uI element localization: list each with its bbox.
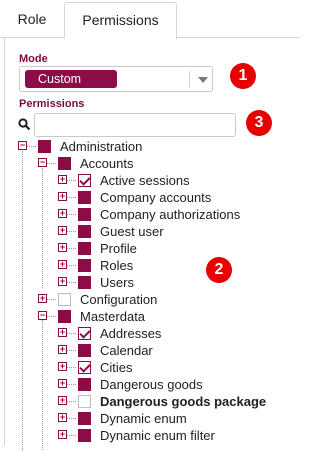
tree-node-label[interactable]: Company accounts — [100, 189, 211, 206]
permission-checkbox[interactable] — [78, 429, 91, 442]
tree-node-label[interactable]: Users — [100, 274, 134, 291]
permission-checkbox[interactable] — [78, 344, 91, 357]
permission-checkbox[interactable] — [78, 174, 91, 187]
tree-node: + Configuration — [0, 291, 300, 308]
permission-checkbox[interactable] — [78, 276, 91, 289]
tree-node-label[interactable]: Addresses — [100, 325, 161, 342]
collapse-icon[interactable]: − — [38, 158, 47, 167]
permission-checkbox[interactable] — [78, 395, 91, 408]
tree-node-label[interactable]: Configuration — [80, 291, 157, 308]
tree-node: + Dynamic enum filter — [0, 427, 300, 444]
expand-icon[interactable]: + — [58, 379, 67, 388]
tree-node: + Users — [0, 274, 300, 291]
tree-node-label[interactable]: Cities — [100, 359, 133, 376]
expand-icon[interactable]: + — [58, 362, 67, 371]
permission-checkbox[interactable] — [38, 140, 51, 153]
tree-node: + Guest user — [0, 223, 300, 240]
tree-node-label[interactable]: Dynamic enum filter — [100, 427, 215, 444]
tree-node-label[interactable]: Masterdata — [80, 308, 145, 325]
expand-icon[interactable]: + — [58, 226, 67, 235]
expand-icon[interactable]: + — [38, 294, 47, 303]
tree-node-label[interactable]: Company authorizations — [100, 206, 240, 223]
tree-node: + Company accounts — [0, 189, 300, 206]
permission-checkbox[interactable] — [78, 242, 91, 255]
tree-node: + Profile — [0, 240, 300, 257]
tree-node-label[interactable]: Profile — [100, 240, 137, 257]
tree-node-label[interactable]: Accounts — [80, 155, 133, 172]
expand-icon[interactable]: + — [58, 175, 67, 184]
tree-node: + Dynamic enum — [0, 410, 300, 427]
tree-node: + Calendar — [0, 342, 300, 359]
tree-node-label[interactable]: Dangerous goods package — [100, 393, 266, 410]
collapse-icon[interactable]: − — [38, 311, 47, 320]
callout-2: 2 — [206, 257, 232, 283]
tree-node: − Accounts — [0, 155, 300, 172]
permission-checkbox[interactable] — [78, 208, 91, 221]
tree-node: − Administration — [0, 138, 300, 155]
tree-node: − Masterdata — [0, 308, 300, 325]
permissions-tree: − Administration − Accounts + Active sessions… — [0, 0, 300, 451]
tree-node-label[interactable]: Dynamic enum — [100, 410, 187, 427]
tree-node: + Company authorizations — [0, 206, 300, 223]
tree-node: + Cities — [0, 359, 300, 376]
tree-node: + Dangerous goods package — [0, 393, 300, 410]
permission-checkbox[interactable] — [78, 259, 91, 272]
tree-node-label[interactable]: Calendar — [100, 342, 153, 359]
tree-node: + Addresses — [0, 325, 300, 342]
permission-checkbox[interactable] — [58, 157, 71, 170]
expand-icon[interactable]: + — [58, 345, 67, 354]
tree-node-label[interactable]: Dangerous goods — [100, 376, 203, 393]
expand-icon[interactable]: + — [58, 260, 67, 269]
permission-checkbox[interactable] — [78, 378, 91, 391]
expand-icon[interactable]: + — [58, 192, 67, 201]
permission-checkbox[interactable] — [78, 327, 91, 340]
expand-icon[interactable]: + — [58, 413, 67, 422]
tree-node-label[interactable]: Roles — [100, 257, 133, 274]
tree-node-label[interactable]: Guest user — [100, 223, 164, 240]
expand-icon[interactable]: + — [58, 277, 67, 286]
tree-node-label[interactable]: Administration — [60, 138, 142, 155]
permission-checkbox[interactable] — [58, 293, 71, 306]
permission-checkbox[interactable] — [78, 361, 91, 374]
tree-node: + Dangerous goods — [0, 376, 300, 393]
tree-node: + Roles — [0, 257, 300, 274]
expand-icon[interactable]: + — [58, 430, 67, 439]
collapse-icon[interactable]: − — [18, 141, 27, 150]
expand-icon[interactable]: + — [58, 328, 67, 337]
permission-checkbox[interactable] — [78, 191, 91, 204]
permission-checkbox[interactable] — [78, 412, 91, 425]
expand-icon[interactable]: + — [58, 243, 67, 252]
expand-icon[interactable]: + — [58, 209, 67, 218]
tree-node: + Active sessions — [0, 172, 300, 189]
permission-checkbox[interactable] — [78, 225, 91, 238]
expand-icon[interactable]: + — [58, 396, 67, 405]
tree-node-label[interactable]: Active sessions — [100, 172, 190, 189]
permission-checkbox[interactable] — [58, 310, 71, 323]
